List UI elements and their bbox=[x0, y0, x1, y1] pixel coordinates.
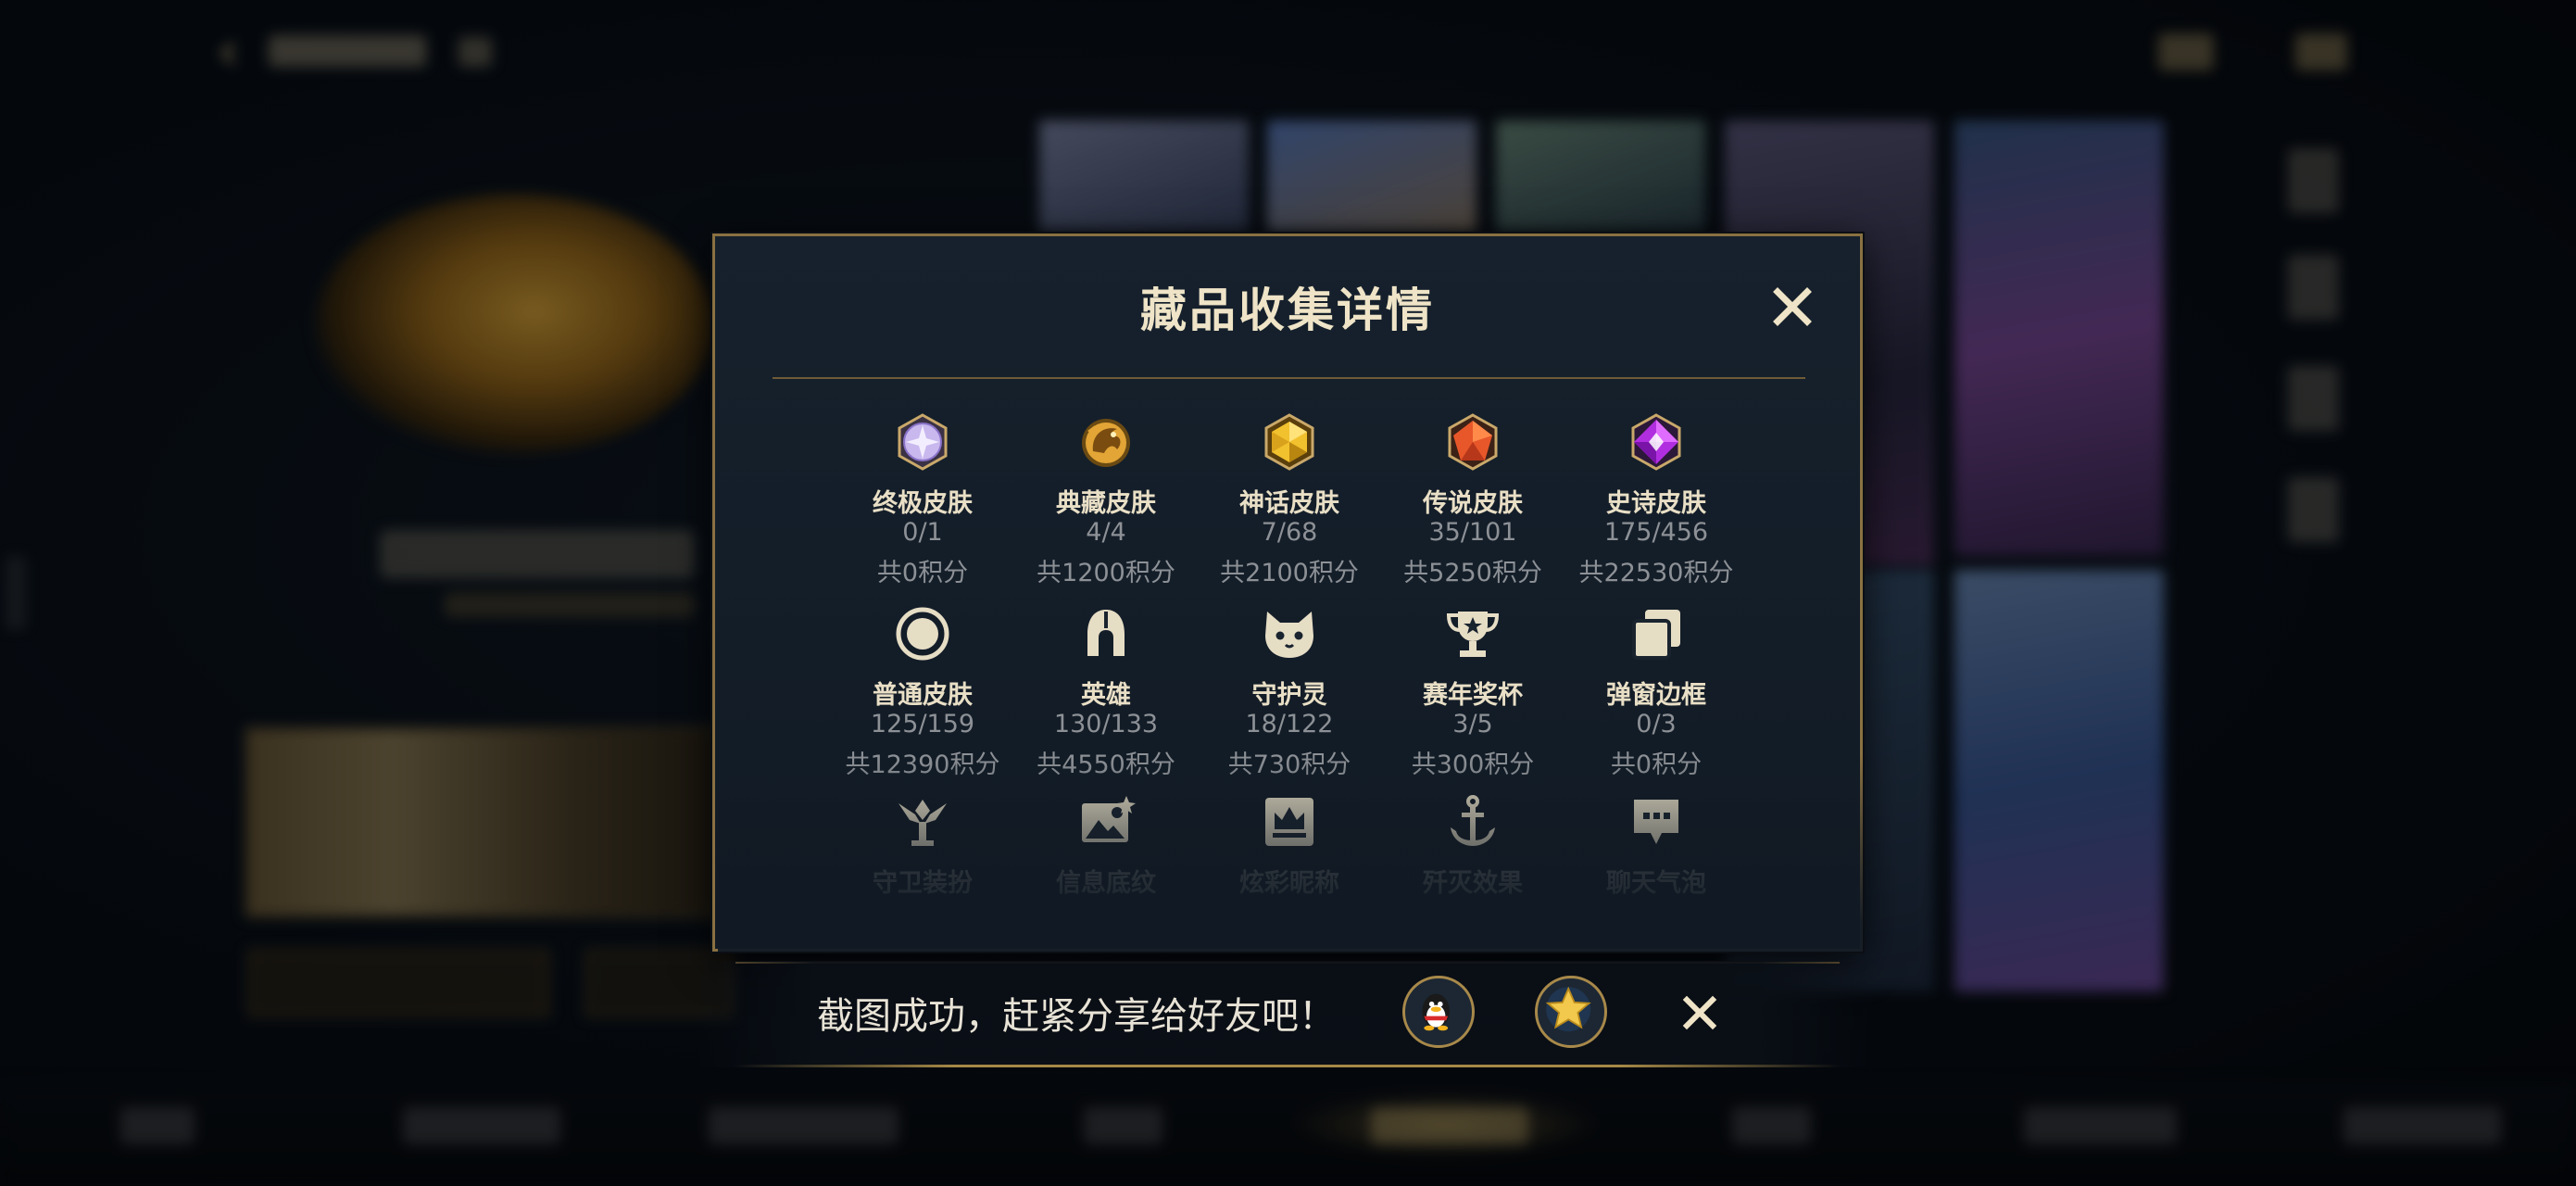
category-points: 共1200积分 bbox=[1037, 559, 1175, 587]
stacked-frames-icon bbox=[1632, 610, 1680, 660]
category-label: 英雄 bbox=[1081, 681, 1131, 710]
category-label: 传说皮肤 bbox=[1423, 489, 1523, 518]
category-count: 130/133 bbox=[1053, 710, 1159, 738]
category-label: 炫彩昵称 bbox=[1239, 869, 1339, 898]
qq-penguin-icon bbox=[1422, 993, 1450, 1031]
scroll-fade-overlay bbox=[718, 755, 1863, 952]
mythic-gem-icon bbox=[1264, 413, 1314, 471]
category-count: 175/456 bbox=[1603, 518, 1709, 547]
toast-bottom-rule bbox=[734, 1065, 1841, 1067]
category-label: 弹窗边框 bbox=[1606, 681, 1706, 710]
trophy-icon bbox=[1446, 612, 1500, 657]
category-label: 守护灵 bbox=[1251, 681, 1327, 710]
share-toast-message: 截图成功，赶紧分享给好友吧！ bbox=[817, 995, 1336, 1038]
category-points: 共4550积分 bbox=[1037, 751, 1175, 779]
category-label: 史诗皮肤 bbox=[1606, 489, 1706, 518]
category-label: 典藏皮肤 bbox=[1056, 489, 1156, 518]
category-count: 125/159 bbox=[870, 710, 975, 738]
profile-banner-icon bbox=[1082, 796, 1136, 842]
category-points: 共0积分 bbox=[1610, 751, 1703, 779]
toast-close-icon[interactable] bbox=[1674, 987, 1726, 1039]
chat-bubble-icon bbox=[1634, 800, 1678, 844]
category-label: 赛年奖杯 bbox=[1423, 681, 1523, 710]
category-points: 共0积分 bbox=[876, 559, 969, 587]
epic-gem-icon bbox=[1631, 413, 1681, 471]
category-label: 神话皮肤 bbox=[1239, 489, 1339, 518]
category-label: 歼灭效果 bbox=[1423, 869, 1523, 898]
category-count: 35/101 bbox=[1428, 518, 1517, 547]
category-points: 共300积分 bbox=[1411, 751, 1535, 779]
crown-nameplate-icon bbox=[1265, 798, 1313, 846]
share-toast: 截图成功，赶紧分享给好友吧！ bbox=[697, 961, 1879, 1067]
dialog-title: 藏品收集详情 bbox=[1140, 284, 1435, 337]
legendary-gem-icon bbox=[1448, 413, 1498, 471]
category-label: 终极皮肤 bbox=[873, 489, 973, 518]
category-points: 共22530积分 bbox=[1578, 559, 1734, 587]
title-divider bbox=[773, 377, 1805, 379]
helmet-icon bbox=[1087, 610, 1125, 656]
share-favorite-button[interactable] bbox=[1535, 976, 1607, 1048]
category-count: 18/122 bbox=[1245, 710, 1334, 738]
category-count: 7/68 bbox=[1261, 518, 1318, 547]
category-count: 4/4 bbox=[1086, 518, 1126, 547]
category-points: 共5250积分 bbox=[1403, 559, 1542, 587]
dragon-medallion-icon bbox=[1082, 419, 1130, 467]
ward-skin-icon bbox=[898, 800, 947, 846]
category-label: 守卫装扮 bbox=[873, 869, 973, 898]
category-points: 共730积分 bbox=[1227, 751, 1351, 779]
ultimate-gem-icon bbox=[898, 413, 948, 471]
category-label: 普通皮肤 bbox=[873, 681, 973, 710]
share-qq-button[interactable] bbox=[1402, 976, 1475, 1048]
category-count: 0/1 bbox=[902, 518, 943, 547]
category-label: 聊天气泡 bbox=[1606, 869, 1706, 898]
close-icon[interactable] bbox=[1768, 283, 1816, 331]
category-count: 0/3 bbox=[1636, 710, 1677, 738]
common-ring-icon bbox=[896, 607, 949, 661]
category-points: 共12390积分 bbox=[845, 751, 1000, 779]
poro-icon bbox=[1265, 612, 1313, 658]
category-label: 信息底纹 bbox=[1056, 869, 1156, 898]
category-points: 共2100积分 bbox=[1220, 559, 1359, 587]
anchor-icon bbox=[1451, 795, 1495, 846]
collection-details-dialog: 藏品收集详情 终极皮肤 0/1 共0积分 典藏皮肤 4/4 共1200积分 神话… bbox=[712, 233, 1863, 964]
category-count: 3/5 bbox=[1452, 710, 1493, 738]
star-icon bbox=[1545, 986, 1591, 1032]
